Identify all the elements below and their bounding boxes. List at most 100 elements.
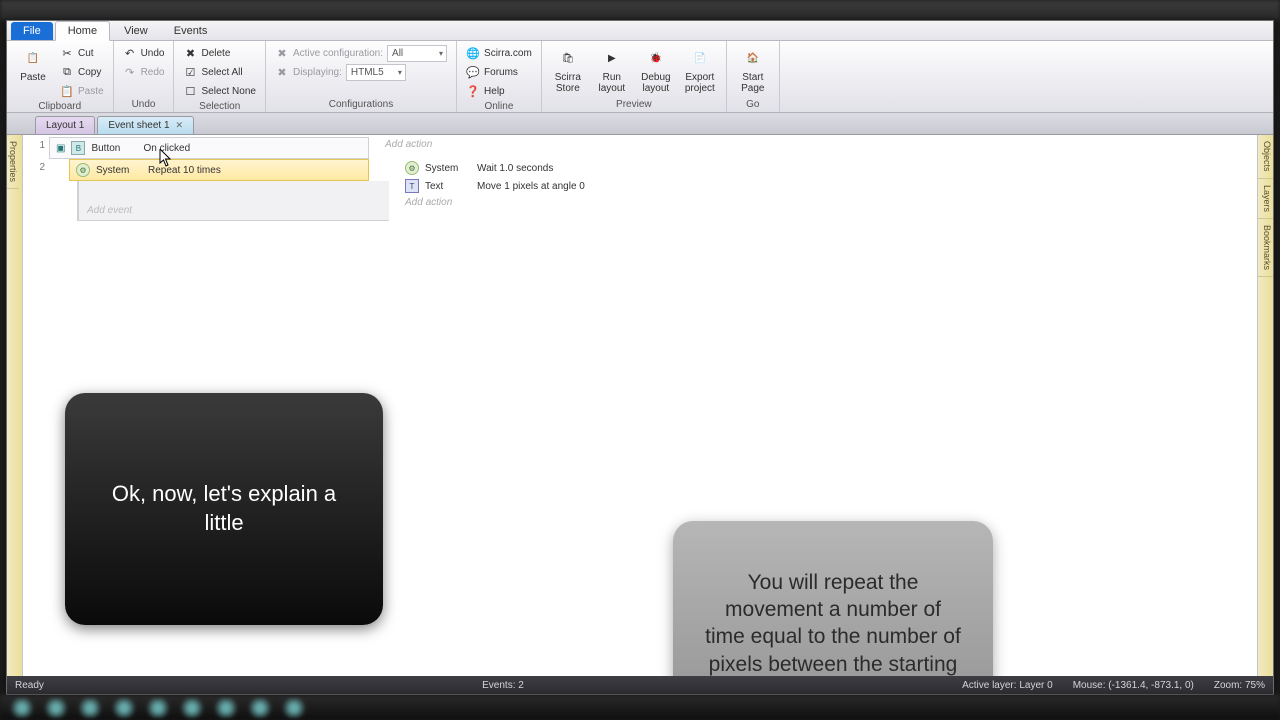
window-chrome-blur: [0, 0, 1280, 20]
ribbon-group-online: 🌐Scirra.com 💬Forums ❓Help Online: [457, 41, 542, 112]
select-none-button[interactable]: ☐Select None: [180, 83, 258, 100]
event-action[interactable]: T Text Move 1 pixels at angle 0: [399, 177, 1251, 195]
status-mouse: Mouse: (-1361.4, -873.1, 0): [1073, 680, 1194, 691]
copy-icon: ⧉: [60, 66, 74, 80]
ribbon-group-configurations: ✖ Active configuration: All ✖ Displaying…: [266, 41, 457, 112]
status-layer: Active layer: Layer 0: [962, 680, 1053, 691]
active-config-select[interactable]: All: [387, 45, 447, 62]
event-condition-selected[interactable]: ⚙ System Repeat 10 times: [69, 159, 369, 181]
expand-icon[interactable]: ▣: [56, 143, 65, 154]
event-number: 1: [29, 137, 49, 159]
display-icon: ✖: [275, 66, 289, 80]
left-rail[interactable]: Properties: [7, 135, 23, 676]
status-zoom: Zoom: 75%: [1214, 680, 1265, 691]
delete-button[interactable]: ✖Delete: [180, 45, 258, 62]
ribbon-group-go: 🏠Start Page Go: [727, 41, 780, 112]
ribbon-group-undo: ↶Undo ↷Redo Undo: [114, 41, 175, 112]
doc-tab-event-sheet[interactable]: Event sheet 1✕: [97, 116, 194, 134]
scirra-store-button[interactable]: 🛍Scirra Store: [548, 43, 588, 94]
select-all-button[interactable]: ☑Select All: [180, 64, 258, 81]
text-object-icon: T: [405, 179, 419, 193]
start-page-button[interactable]: 🏠Start Page: [733, 43, 773, 94]
event-row: 1 ▣ B Button On clicked Add action: [29, 137, 1251, 159]
add-event-link[interactable]: Add event: [87, 205, 132, 216]
action-object: Text: [425, 181, 471, 192]
system-object-icon: ⚙: [405, 161, 419, 175]
bug-icon: 🐞: [644, 46, 668, 70]
tutorial-callout-dark: Ok, now, let's explain a little: [65, 393, 383, 625]
active-config-row: ✖ Active configuration: All: [272, 45, 450, 62]
action-text: Wait 1.0 seconds: [477, 163, 553, 174]
add-action-link[interactable]: Add action: [405, 197, 452, 208]
event-condition[interactable]: ▣ B Button On clicked: [49, 137, 369, 159]
tab-home[interactable]: Home: [55, 21, 110, 41]
close-icon[interactable]: ✕: [176, 120, 184, 131]
paste-icon: 📋: [21, 46, 45, 70]
paste-small-icon: 📋: [60, 85, 74, 99]
event-action[interactable]: ⚙ System Wait 1.0 seconds: [399, 159, 1251, 177]
event-table: 1 ▣ B Button On clicked Add action 2: [29, 137, 1251, 221]
ribbon-group-preview: 🛍Scirra Store ▶Run layout 🐞Debug layout …: [542, 41, 727, 112]
ribbon-group-label: Preview: [548, 98, 720, 112]
undo-icon: ↶: [123, 47, 137, 61]
action-text: Move 1 pixels at angle 0: [477, 181, 585, 192]
redo-icon: ↷: [123, 66, 137, 80]
run-layout-button[interactable]: ▶Run layout: [592, 43, 632, 94]
sub-event-block[interactable]: Add event: [77, 181, 389, 221]
action-object: System: [425, 163, 471, 174]
tab-file[interactable]: File: [11, 22, 53, 40]
ribbon-tabstrip: File Home View Events: [7, 21, 1273, 41]
forums-link[interactable]: 💬Forums: [463, 64, 535, 81]
paste-label: Paste: [20, 72, 46, 83]
ribbon-group-clipboard: 📋 Paste ✂Cut ⧉Copy 📋Paste Clipboard: [7, 41, 114, 112]
export-icon: 📄: [688, 46, 712, 70]
button-object-icon: B: [71, 141, 85, 155]
rail-tab-properties[interactable]: Properties: [7, 135, 19, 189]
system-object-icon: ⚙: [76, 163, 90, 177]
ribbon-group-label: Undo: [120, 98, 168, 112]
redo-button[interactable]: ↷Redo: [120, 64, 168, 81]
scirra-link[interactable]: 🌐Scirra.com: [463, 45, 535, 62]
play-icon: ▶: [600, 46, 624, 70]
select-none-icon: ☐: [183, 85, 197, 99]
select-all-icon: ☑: [183, 66, 197, 80]
undo-button[interactable]: ↶Undo: [120, 45, 168, 62]
help-link[interactable]: ❓Help: [463, 83, 535, 100]
add-action-link[interactable]: Add action: [385, 139, 432, 150]
ribbon-group-label: Clipboard: [13, 100, 107, 114]
displaying-config-select[interactable]: HTML5: [346, 64, 406, 81]
paste-small-button[interactable]: 📋Paste: [57, 83, 107, 100]
copy-button[interactable]: ⧉Copy: [57, 64, 107, 81]
document-tabstrip: Layout 1 Event sheet 1✕: [7, 113, 1273, 135]
rail-tab-layers[interactable]: Layers: [1258, 179, 1273, 219]
condition-object: System: [96, 165, 142, 176]
ribbon-group-label: Go: [733, 98, 773, 112]
doc-tab-layout[interactable]: Layout 1: [35, 116, 95, 134]
home-icon: 🏠: [741, 46, 765, 70]
help-icon: ❓: [466, 85, 480, 99]
export-project-button[interactable]: 📄Export project: [680, 43, 720, 94]
right-rail[interactable]: Objects Layers Bookmarks: [1257, 135, 1273, 676]
store-icon: 🛍: [556, 46, 580, 70]
application-window: File Home View Events 📋 Paste ✂Cut ⧉Copy…: [6, 20, 1274, 695]
tab-events[interactable]: Events: [162, 22, 220, 40]
displaying-config-row: ✖ Displaying: HTML5: [272, 64, 450, 81]
rail-tab-objects[interactable]: Objects: [1258, 135, 1273, 179]
os-taskbar-blur: [0, 695, 1280, 720]
condition-text: Repeat 10 times: [148, 165, 221, 176]
tab-view[interactable]: View: [112, 22, 160, 40]
delete-icon: ✖: [183, 47, 197, 61]
status-events: Events: 2: [482, 680, 524, 691]
event-sheet-area[interactable]: 1 ▣ B Button On clicked Add action 2: [23, 135, 1257, 676]
config-icon: ✖: [275, 47, 289, 61]
paste-button[interactable]: 📋 Paste: [13, 43, 53, 83]
status-bar: Ready Events: 2 Active layer: Layer 0 Mo…: [7, 676, 1273, 694]
debug-layout-button[interactable]: 🐞Debug layout: [636, 43, 676, 94]
ribbon-group-label: Configurations: [272, 98, 450, 112]
cut-button[interactable]: ✂Cut: [57, 45, 107, 62]
event-number: 2: [29, 159, 49, 221]
rail-tab-bookmarks[interactable]: Bookmarks: [1258, 219, 1273, 277]
ribbon-group-label: Selection: [180, 100, 258, 114]
ribbon-group-selection: ✖Delete ☑Select All ☐Select None Selecti…: [174, 41, 265, 112]
ribbon-group-label: Online: [463, 100, 535, 114]
